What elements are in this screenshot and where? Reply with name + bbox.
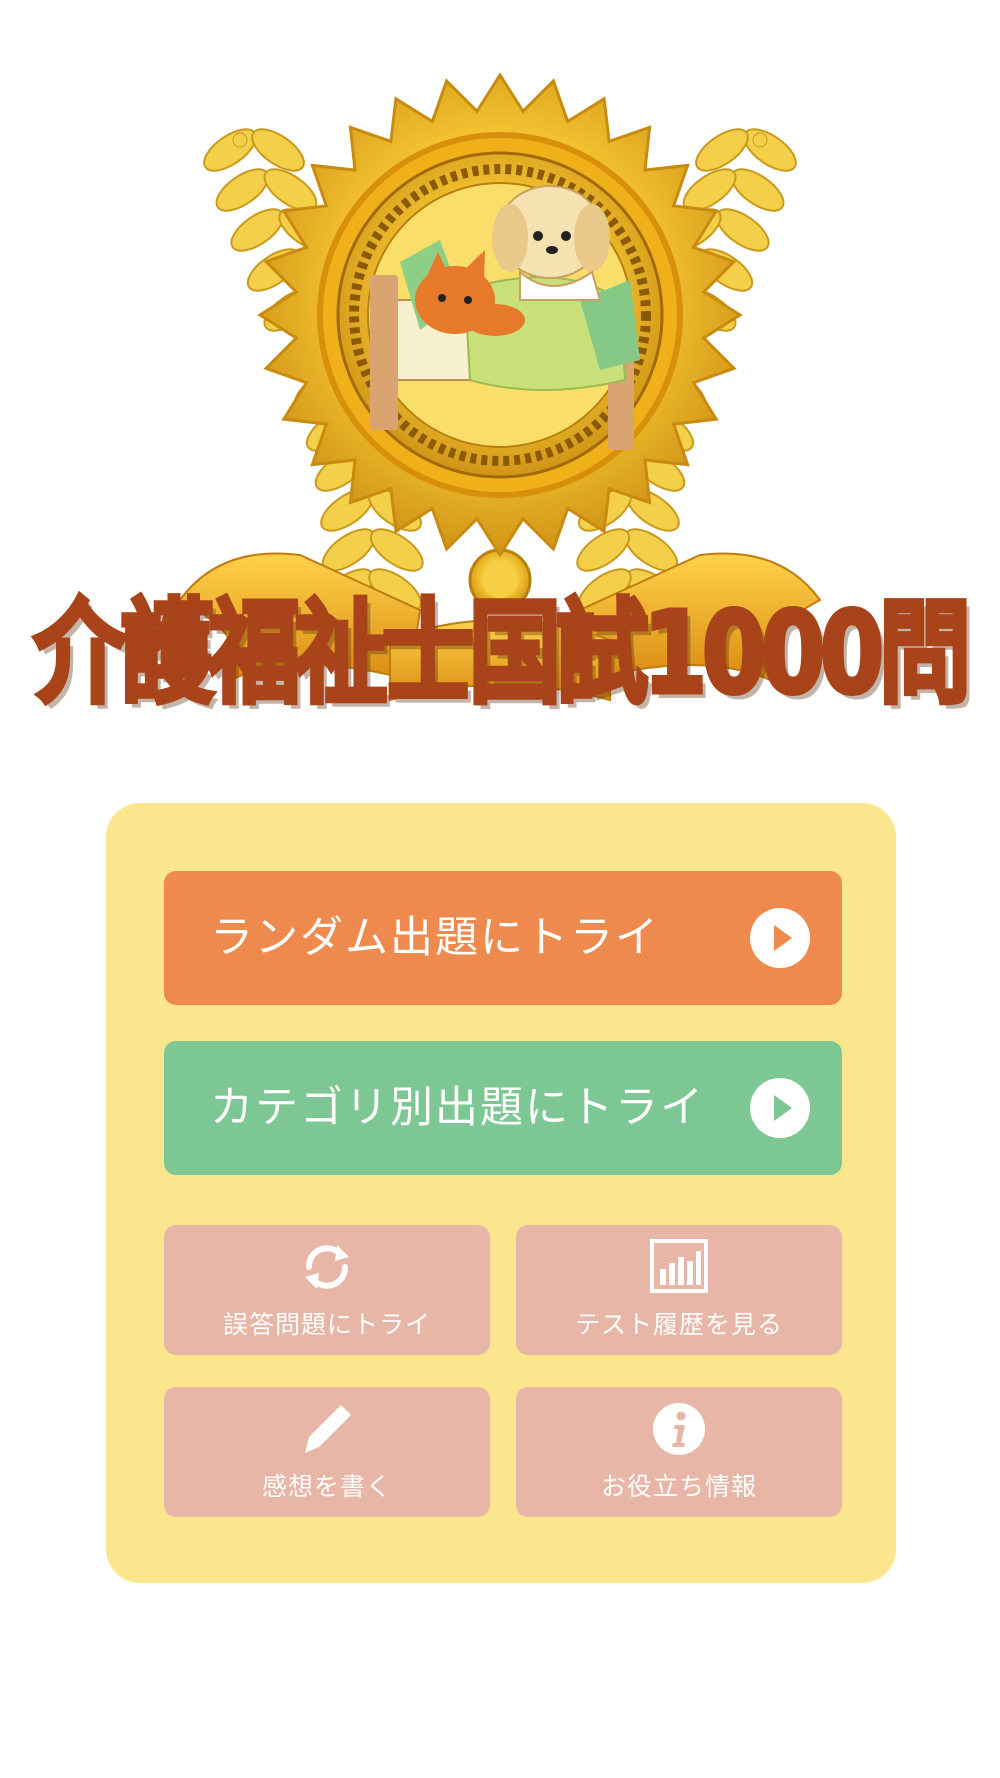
write-feedback-label: 感想を書く (261, 1472, 392, 1501)
laurel-tip (232, 132, 248, 148)
useful-info-button[interactable]: お役立ち情報 (516, 1387, 842, 1517)
app-title: 介護福祉士国試1000問 (32, 588, 973, 719)
wrong-answers-button[interactable]: 誤答問題にトライ (164, 1225, 490, 1355)
laurel-tip (752, 132, 768, 148)
menu-panel: ランダム出題にトライ カテゴリ別出題にトライ 誤答問題にトライ テスト履歴を見る (106, 803, 896, 1583)
refresh-icon (305, 1245, 349, 1289)
category-quiz-button[interactable]: カテゴリ別出題にトライ (164, 1041, 842, 1175)
app-logo: 介護福祉士国試1000問 (0, 0, 1000, 800)
bar-chart-icon (650, 1239, 708, 1293)
wrong-answers-label: 誤答問題にトライ (222, 1310, 431, 1339)
pencil-icon (305, 1405, 351, 1453)
info-icon (653, 1403, 705, 1455)
test-history-label: テスト履歴を見る (574, 1310, 783, 1339)
write-feedback-button[interactable]: 感想を書く (164, 1387, 490, 1517)
random-quiz-button[interactable]: ランダム出題にトライ (164, 871, 842, 1005)
useful-info-label: お役立ち情報 (600, 1472, 757, 1501)
category-quiz-label: カテゴリ別出題にトライ (210, 1083, 705, 1133)
play-icon (750, 908, 810, 968)
test-history-button[interactable]: テスト履歴を見る (516, 1225, 842, 1355)
play-icon (750, 1078, 810, 1138)
random-quiz-label: ランダム出題にトライ (210, 913, 660, 963)
